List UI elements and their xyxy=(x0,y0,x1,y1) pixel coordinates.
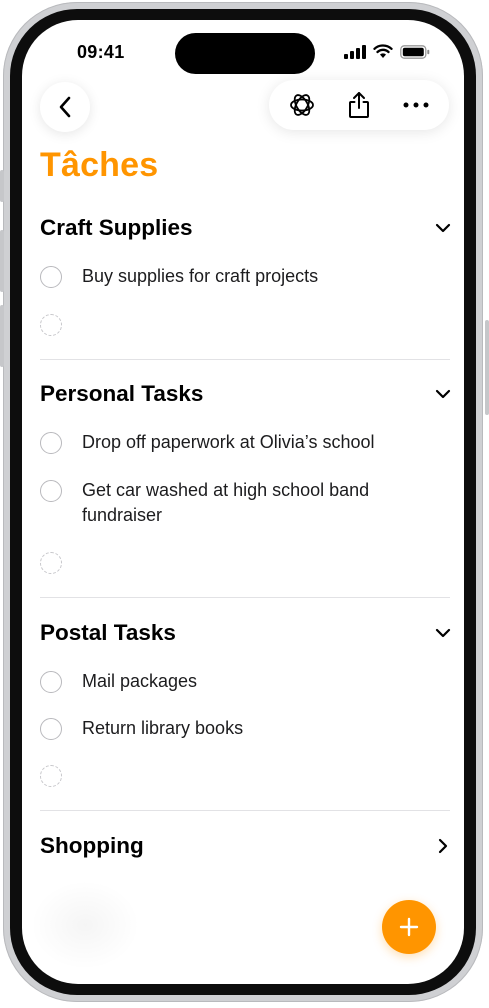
chevron-right-icon[interactable] xyxy=(434,837,452,855)
dynamic-island xyxy=(175,33,315,74)
more-button[interactable] xyxy=(394,83,438,127)
task-label[interactable]: Return library books xyxy=(82,716,243,741)
section-header-personal-tasks[interactable]: Personal Tasks xyxy=(40,379,452,409)
back-button[interactable] xyxy=(40,82,90,132)
action-button xyxy=(0,170,4,202)
section-header-craft-supplies[interactable]: Craft Supplies xyxy=(40,213,452,243)
section-title: Postal Tasks xyxy=(40,620,176,645)
section-header-shopping[interactable]: Shopping xyxy=(40,831,452,861)
divider xyxy=(40,359,450,360)
chevron-down-icon[interactable] xyxy=(434,624,452,642)
list-item: Get car washed at high school band fundr… xyxy=(40,480,452,528)
task-label[interactable]: Get car washed at high school band fundr… xyxy=(82,478,402,528)
screen: 09:41 Tâches Craft Supplies Buy supplies… xyxy=(22,20,464,984)
task-checkbox[interactable] xyxy=(40,671,62,693)
new-task-checkbox[interactable] xyxy=(40,552,62,574)
chevron-down-icon[interactable] xyxy=(434,385,452,403)
status-icons xyxy=(344,44,430,59)
list-item: Drop off paperwork at Olivia’s school xyxy=(40,432,452,455)
side-button xyxy=(485,320,489,415)
back-chevron-icon xyxy=(59,96,71,118)
list-item: Return library books xyxy=(40,718,452,741)
new-task-row[interactable] xyxy=(40,552,452,574)
battery-icon xyxy=(400,44,430,59)
chevron-down-icon[interactable] xyxy=(434,219,452,237)
section-header-postal-tasks[interactable]: Postal Tasks xyxy=(40,618,452,648)
apple-intelligence-icon xyxy=(289,94,314,116)
section-title: Craft Supplies xyxy=(40,215,193,240)
share-icon xyxy=(348,92,369,118)
wifi-icon xyxy=(373,44,393,58)
page-title: Tâches xyxy=(40,146,159,184)
status-time: 09:41 xyxy=(77,42,125,62)
new-task-row[interactable] xyxy=(40,765,452,787)
list-item: Buy supplies for craft projects xyxy=(40,266,452,289)
task-checkbox[interactable] xyxy=(40,266,62,288)
list-item: Mail packages xyxy=(40,671,452,694)
add-task-button[interactable] xyxy=(382,900,436,954)
bottom-shadow xyxy=(30,880,140,970)
section-title: Shopping xyxy=(40,833,144,858)
divider xyxy=(40,810,450,811)
task-checkbox[interactable] xyxy=(40,480,62,502)
section-title: Personal Tasks xyxy=(40,381,204,406)
apple-intelligence-button[interactable] xyxy=(280,83,324,127)
new-task-checkbox[interactable] xyxy=(40,765,62,787)
share-button[interactable] xyxy=(337,83,381,127)
divider xyxy=(40,597,450,598)
task-checkbox[interactable] xyxy=(40,432,62,454)
task-label[interactable]: Mail packages xyxy=(82,669,197,694)
toolbar xyxy=(269,80,449,130)
volume-down-button xyxy=(0,305,4,367)
task-label[interactable]: Buy supplies for craft projects xyxy=(82,264,318,289)
new-task-row[interactable] xyxy=(40,314,452,336)
signal-icon xyxy=(344,44,366,59)
new-task-checkbox[interactable] xyxy=(40,314,62,336)
task-checkbox[interactable] xyxy=(40,718,62,740)
plus-icon xyxy=(399,917,419,937)
task-label[interactable]: Drop off paperwork at Olivia’s school xyxy=(82,430,374,455)
more-icon xyxy=(403,102,429,108)
volume-up-button xyxy=(0,230,4,292)
